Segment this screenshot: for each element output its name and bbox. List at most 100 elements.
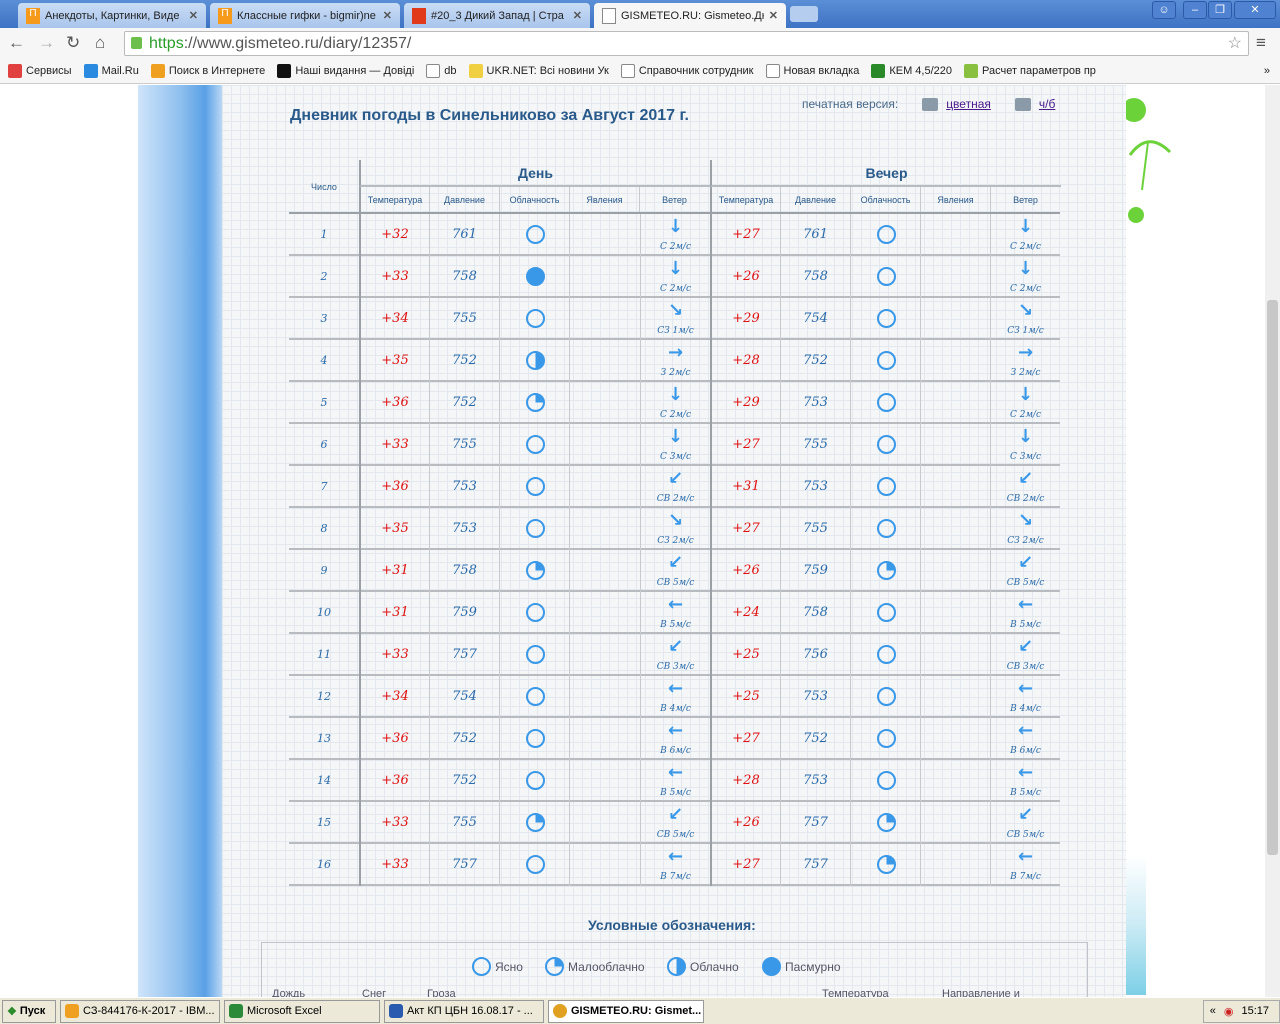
table-row: 7 +36 753 ↙ СВ 2м/с +31 753 ↙ СВ 2м/с [289, 466, 1060, 508]
day-pressure-value: 761 [452, 227, 477, 242]
close-icon[interactable]: ✕ [769, 9, 778, 22]
bookmark-item[interactable]: Mail.Ru [83, 63, 139, 78]
home-icon[interactable]: ⌂ [95, 33, 105, 53]
bookmark-item[interactable]: db [426, 63, 457, 78]
wind-arrow-icon: ↙ [667, 552, 684, 573]
day-temperature-value: +33 [381, 437, 409, 452]
evening-temperature-value: +24 [732, 605, 760, 620]
wind-arrow-icon: ↙ [1017, 636, 1034, 657]
address-bar[interactable]: https://www.gismeteo.ru/diary/12357/ ☆ [124, 31, 1249, 56]
evening-wind: ↓ С 2м/с [990, 382, 1060, 424]
print-color-link[interactable]: цветная [946, 97, 991, 111]
print-bw-link[interactable]: ч/б [1039, 97, 1055, 111]
task-excel[interactable]: Microsoft Excel [224, 999, 380, 1023]
restore-button[interactable]: ❐ [1208, 1, 1232, 19]
close-window-button[interactable]: ✕ [1234, 1, 1276, 19]
evening-cloudiness [850, 298, 920, 340]
evening-pressure-value: 761 [803, 227, 828, 242]
evening-pressure-value: 753 [803, 479, 828, 494]
bookmark-item[interactable]: Сервисы [8, 63, 72, 78]
bookmark-item[interactable]: Справочник сотрудник [620, 63, 754, 78]
evening-temperature-value: +26 [732, 269, 760, 284]
day-pressure-value: 759 [452, 605, 477, 620]
minimize-button[interactable]: – [1183, 1, 1207, 19]
bookmarks-more-button[interactable]: » [1264, 65, 1270, 77]
bookmark-item[interactable]: Новая вкладка [765, 63, 859, 78]
close-icon[interactable]: ✕ [189, 9, 198, 22]
orange-p-icon: П [218, 7, 232, 24]
wind-value: В 5м/с [1010, 788, 1041, 798]
evening-temperature-value: +27 [732, 731, 760, 746]
table-row: 3 +34 755 ↘ СЗ 1м/с +29 754 ↘ СЗ 1м/с [289, 298, 1060, 340]
evening-wind: ↙ СВ 2м/с [990, 466, 1060, 508]
bookmark-item[interactable]: UKR.NET: Всі новини Ук [468, 63, 609, 78]
evening-pressure: 753 [780, 382, 850, 424]
wind-arrow-icon: ↓ [1017, 258, 1034, 279]
tab-gismeteo[interactable]: GISMETEO.RU: Gismeteo.Дн ✕ [594, 3, 786, 28]
clear-cloud-icon [877, 771, 896, 790]
tab-gifs[interactable]: П Классные гифки - bigmir)ne ✕ [210, 3, 400, 28]
task-ibm[interactable]: СЗ-844176-К-2017 - IBM... [60, 999, 220, 1023]
evening-temperature-value: +29 [732, 311, 760, 326]
day-cloudiness [499, 592, 569, 634]
legend-title: Условные обозначения: [588, 917, 756, 933]
start-button[interactable]: ❖ Пуск [2, 999, 56, 1023]
column-header: Температура [710, 187, 780, 214]
back-icon[interactable]: ← [8, 33, 25, 53]
bookmark-label: Наші видання — Довіді [295, 64, 415, 77]
task-word[interactable]: Акт КП ЦБН 16.08.17 - ... [384, 999, 544, 1023]
new-tab-button[interactable] [790, 6, 818, 22]
evening-pressure: 752 [780, 340, 850, 382]
table-row: 15 +33 755 ↙ СВ 5м/с +26 757 ↙ СВ 5м/с [289, 802, 1060, 844]
day-pressure-value: 755 [452, 437, 477, 452]
close-icon[interactable]: ✕ [573, 9, 582, 22]
clear-cloud-icon [877, 729, 896, 748]
bookmark-item[interactable]: Наші видання — Довіді [277, 63, 415, 78]
forward-icon[interactable]: → [38, 33, 55, 53]
task-label: Microsoft Excel [247, 1005, 322, 1017]
bookmark-item[interactable]: Расчет параметров пр [964, 63, 1096, 78]
close-icon[interactable]: ✕ [383, 9, 392, 22]
evening-cloudiness [850, 382, 920, 424]
wind-arrow-icon: ↓ [667, 258, 684, 279]
scrollbar-thumb[interactable] [1267, 300, 1278, 855]
day-pressure: 757 [429, 844, 499, 886]
wind-arrow-icon: ← [1017, 846, 1034, 867]
task-chrome[interactable]: GISMETEO.RU: Gismet... [548, 999, 704, 1023]
column-header: Явления [920, 187, 990, 214]
clear-cloud-icon [526, 855, 545, 874]
bookmark-label: Mail.Ru [101, 64, 139, 77]
day-number-value: 10 [317, 606, 331, 619]
evening-phenomena [920, 550, 990, 592]
bookmark-icon [620, 63, 635, 78]
evening-phenomena [920, 718, 990, 760]
evening-cloudiness [850, 466, 920, 508]
day-phenomena [569, 424, 640, 466]
menu-icon[interactable]: ≡ [1256, 33, 1266, 53]
evening-pressure-value: 755 [803, 521, 828, 536]
day-phenomena [569, 256, 640, 298]
bookmark-item[interactable]: Поиск в Интернете [150, 63, 265, 78]
evening-temperature: +26 [710, 256, 780, 298]
bookmark-item[interactable]: КЕМ 4,5/220 [871, 63, 952, 78]
day-pressure-value: 757 [452, 857, 477, 872]
evening-phenomena [920, 256, 990, 298]
reload-icon[interactable]: ↻ [66, 33, 80, 53]
day-number: 9 [289, 550, 359, 592]
day-pressure: 752 [429, 718, 499, 760]
day-wind: ← В 7м/с [640, 844, 710, 886]
user-icon[interactable]: ☺ [1152, 1, 1176, 19]
tray-app-icon[interactable]: ◉ [1224, 1005, 1234, 1018]
tab-anekdoty[interactable]: П Анекдоты, Картинки, Виде ✕ [18, 3, 206, 28]
star-icon[interactable]: ☆ [1228, 32, 1242, 55]
partly-cloud-icon [526, 813, 545, 832]
tab-wild-west[interactable]: #20_3 Дикий Запад | Стра ✕ [404, 3, 590, 28]
day-wind: ↓ С 3м/с [640, 424, 710, 466]
evening-phenomena [920, 424, 990, 466]
expand-tray-icon[interactable]: « [1210, 1005, 1216, 1017]
wind-arrow-icon: ↓ [667, 426, 684, 447]
tab-label: Классные гифки - bigmir)ne [237, 9, 376, 22]
day-number-value: 8 [320, 522, 328, 535]
wind-value: С 2м/с [1009, 410, 1041, 420]
bookmark-icon [426, 63, 441, 78]
